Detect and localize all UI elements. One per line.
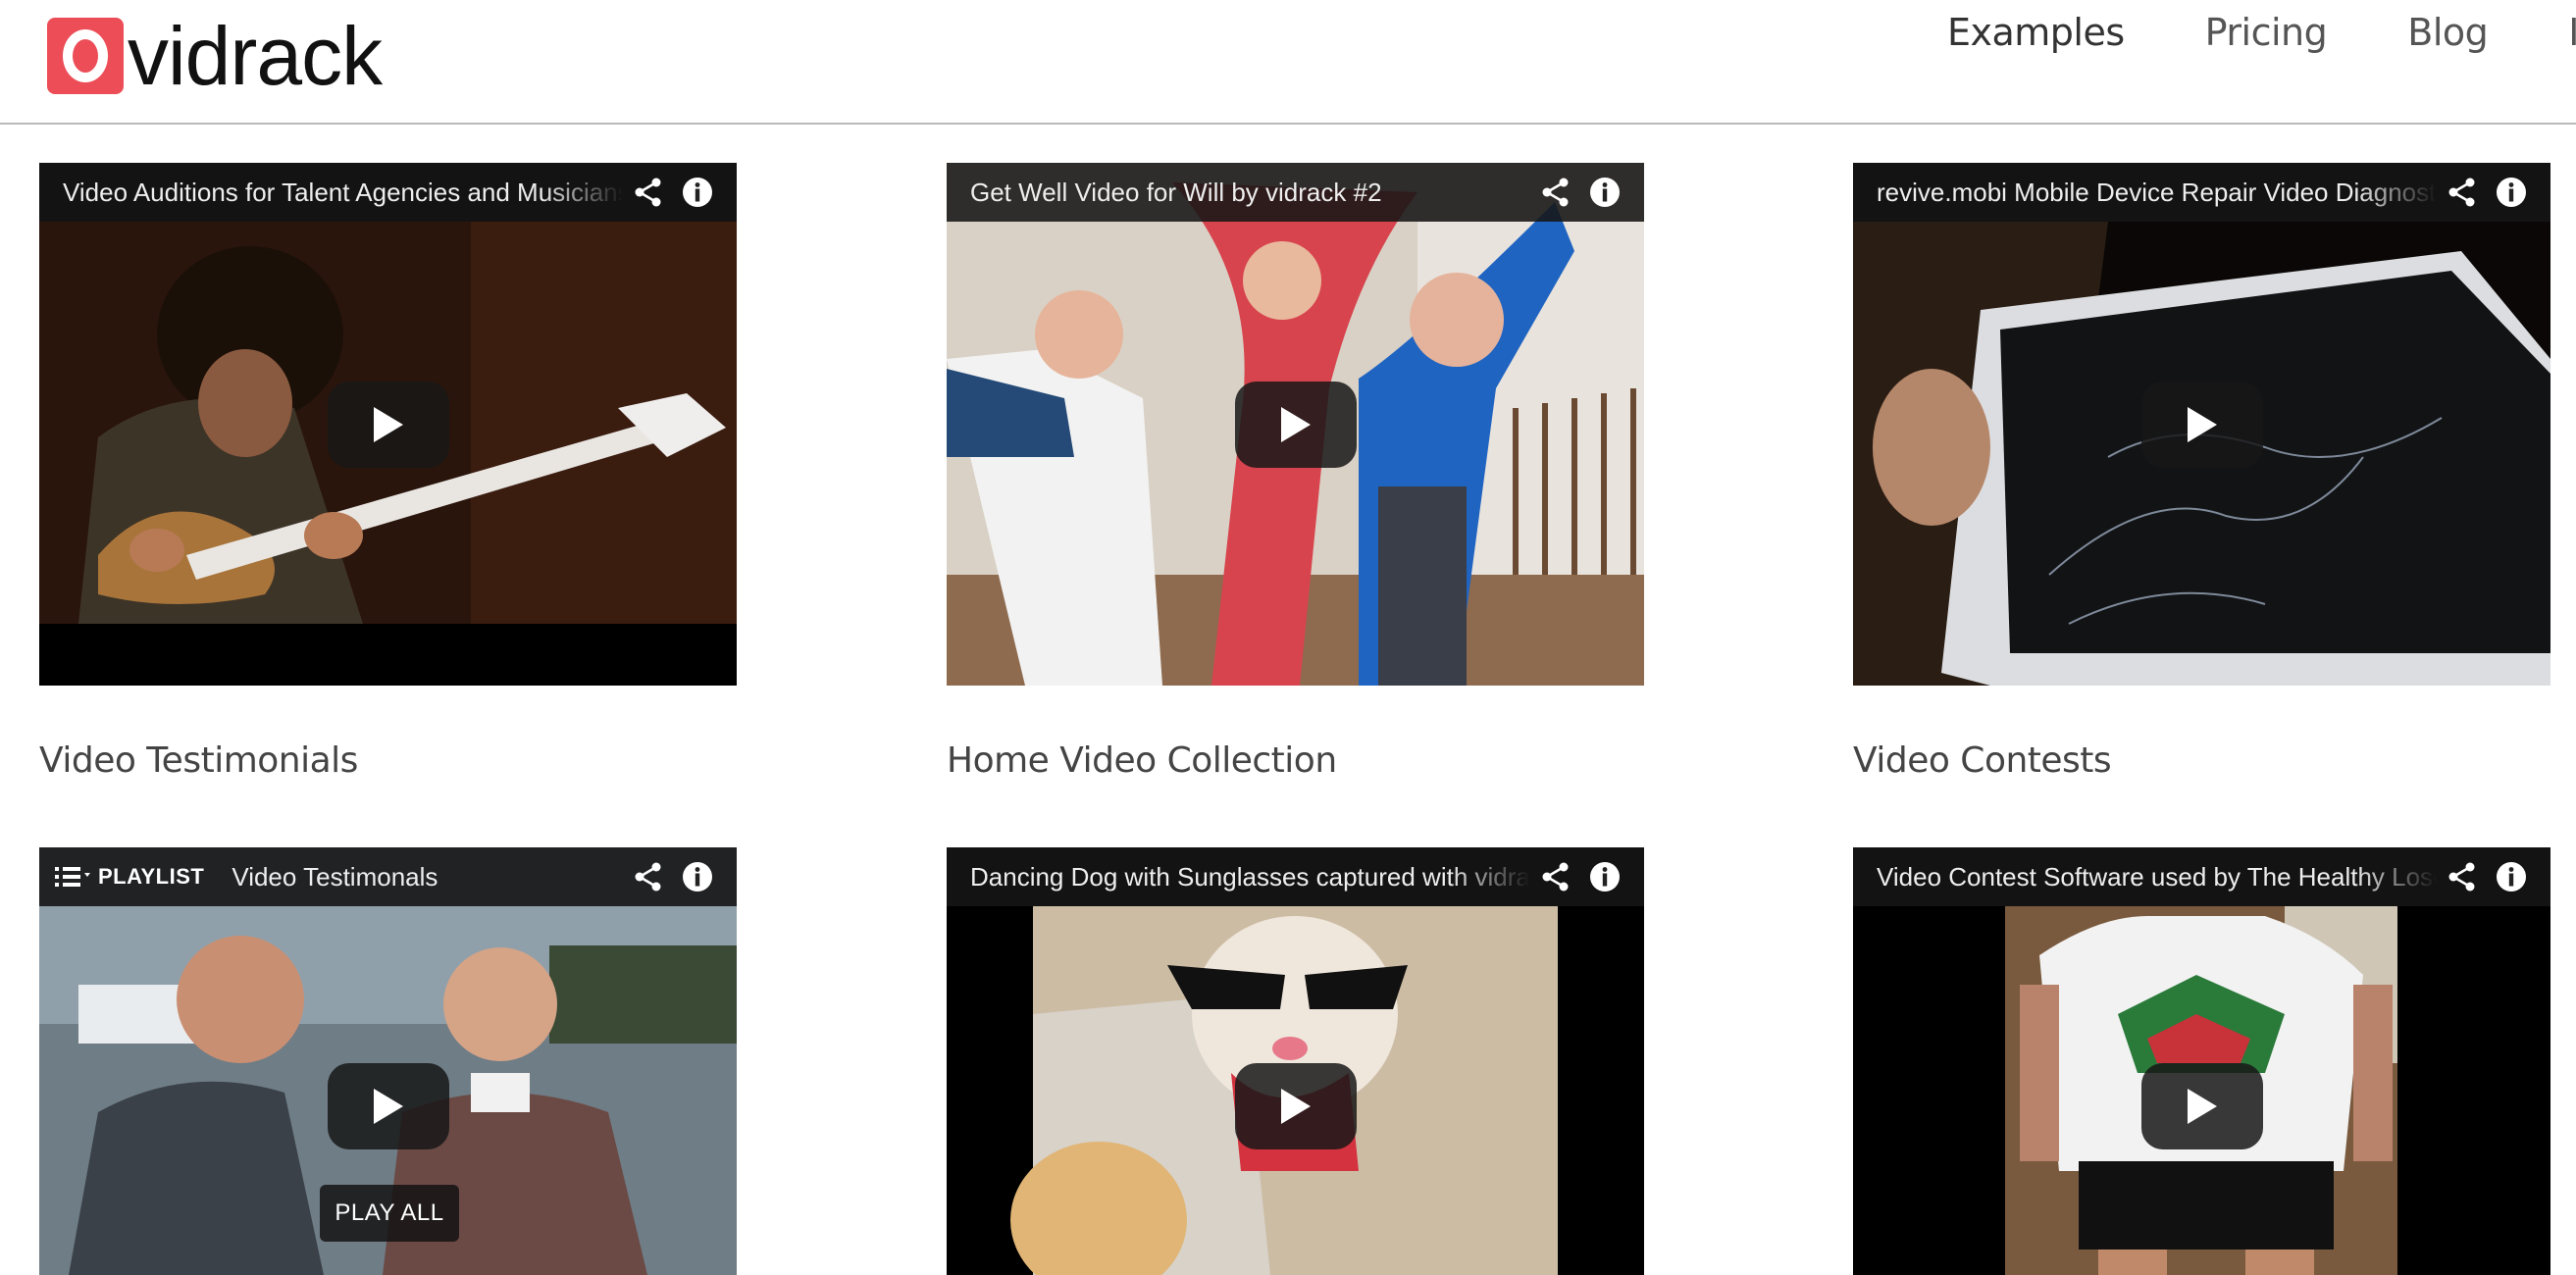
video-title-bar: Video Auditions for Talent Agencies and … bbox=[39, 163, 737, 222]
video-title-bar: PLAYLIST Video Testimonals bbox=[39, 847, 737, 906]
playlist-icon bbox=[55, 867, 90, 887]
main-nav: Examples Pricing Blog In bbox=[1947, 8, 2576, 57]
video-thumbnail bbox=[1853, 847, 2550, 1275]
video-title[interactable]: Video Auditions for Talent Agencies and … bbox=[39, 178, 623, 208]
video-card-healthy-loser[interactable]: Video Contest Software used by The Healt… bbox=[1853, 847, 2550, 1275]
video-title-bar: revive.mobi Mobile Device Repair Video D… bbox=[1853, 163, 2550, 222]
section-title-testimonials: Video Testimonials bbox=[39, 740, 358, 781]
play-icon bbox=[2187, 406, 2217, 442]
share-icon[interactable] bbox=[1538, 859, 1573, 894]
logo-text: vidrack bbox=[128, 10, 383, 102]
nav-blog[interactable]: Blog bbox=[2407, 8, 2489, 57]
site-header: vidrack Examples Pricing Blog In bbox=[0, 0, 2576, 125]
play-icon bbox=[373, 1089, 403, 1124]
info-icon[interactable] bbox=[680, 175, 715, 210]
playlist-toggle[interactable]: PLAYLIST bbox=[39, 864, 204, 890]
section-title-home-video: Home Video Collection bbox=[947, 740, 1337, 781]
playlist-label: PLAYLIST bbox=[98, 864, 205, 889]
play-icon bbox=[2187, 1089, 2217, 1124]
section-title-contests: Video Contests bbox=[1853, 740, 2112, 781]
video-card-dancing-dog[interactable]: Dancing Dog with Sunglasses captured wit… bbox=[947, 847, 1644, 1275]
share-icon[interactable] bbox=[1538, 175, 1573, 210]
play-icon bbox=[1280, 406, 1311, 442]
video-thumbnail bbox=[947, 847, 1644, 1275]
play-button[interactable] bbox=[1234, 1063, 1357, 1149]
video-title[interactable]: Video Contest Software used by The Healt… bbox=[1853, 862, 2437, 892]
play-button[interactable] bbox=[327, 381, 449, 468]
video-title-bar: Get Well Video for Will by vidrack #2 bbox=[947, 163, 1644, 222]
nav-in[interactable]: In bbox=[2568, 8, 2576, 57]
play-button[interactable] bbox=[2140, 1063, 2263, 1149]
info-icon[interactable] bbox=[2494, 859, 2529, 894]
info-icon[interactable] bbox=[2494, 175, 2529, 210]
play-button[interactable] bbox=[327, 1063, 449, 1149]
nav-pricing[interactable]: Pricing bbox=[2205, 8, 2328, 57]
video-card-revive[interactable]: revive.mobi Mobile Device Repair Video D… bbox=[1853, 163, 2550, 686]
video-card-auditions[interactable]: Video Auditions for Talent Agencies and … bbox=[39, 163, 737, 686]
play-button[interactable] bbox=[2140, 381, 2263, 468]
logo[interactable]: vidrack bbox=[47, 10, 383, 102]
share-icon[interactable] bbox=[2445, 175, 2480, 210]
info-icon[interactable] bbox=[680, 859, 715, 894]
play-icon bbox=[373, 406, 403, 442]
video-card-get-well[interactable]: Get Well Video for Will by vidrack #2 bbox=[947, 163, 1644, 686]
play-all-button[interactable]: PLAY ALL bbox=[320, 1185, 459, 1242]
info-icon[interactable] bbox=[1587, 175, 1623, 210]
nav-examples[interactable]: Examples bbox=[1947, 8, 2125, 57]
logo-mark-icon bbox=[47, 18, 124, 94]
video-title[interactable]: Get Well Video for Will by vidrack #2 bbox=[947, 178, 1530, 208]
video-title-bar: Dancing Dog with Sunglasses captured wit… bbox=[947, 847, 1644, 906]
video-card-testimonials-playlist[interactable]: PLAYLIST Video Testimonals PLAY ALL bbox=[39, 847, 737, 1275]
play-button[interactable] bbox=[1234, 381, 1357, 468]
share-icon[interactable] bbox=[2445, 859, 2480, 894]
share-icon[interactable] bbox=[631, 175, 666, 210]
video-title[interactable]: Video Testimonals bbox=[204, 862, 623, 892]
video-title-bar: Video Contest Software used by The Healt… bbox=[1853, 847, 2550, 906]
play-icon bbox=[1280, 1089, 1311, 1124]
share-icon[interactable] bbox=[631, 859, 666, 894]
video-title[interactable]: Dancing Dog with Sunglasses captured wit… bbox=[947, 862, 1530, 892]
video-title[interactable]: revive.mobi Mobile Device Repair Video D… bbox=[1853, 178, 2437, 208]
info-icon[interactable] bbox=[1587, 859, 1623, 894]
